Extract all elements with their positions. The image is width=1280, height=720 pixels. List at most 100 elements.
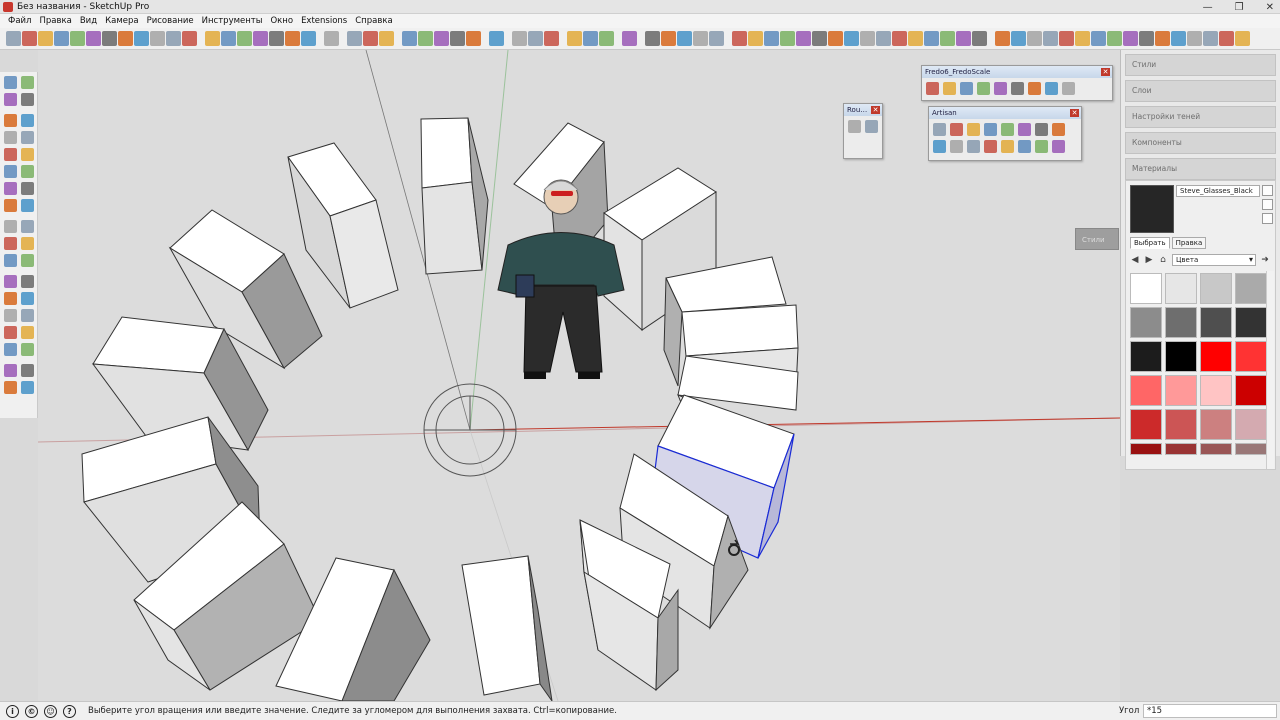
toolbar-tool-icon[interactable] <box>205 31 220 46</box>
drawing-tool-icon[interactable] <box>21 114 34 127</box>
toolbar-tool-icon[interactable] <box>1203 31 1218 46</box>
color-swatch[interactable] <box>1235 273 1267 304</box>
toolbar-tool-icon[interactable] <box>780 31 795 46</box>
plugin-tool-icon[interactable] <box>1011 82 1024 95</box>
drawing-tool-icon[interactable] <box>21 165 34 178</box>
toolbar-tool-icon[interactable] <box>450 31 465 46</box>
sample-paint-icon[interactable] <box>1262 213 1273 224</box>
color-swatch[interactable] <box>1200 443 1232 455</box>
plugin-tool-icon[interactable] <box>1035 123 1048 136</box>
drawing-tool-icon[interactable] <box>4 182 17 195</box>
toolbar-tool-icon[interactable] <box>812 31 827 46</box>
toolbar-tool-icon[interactable] <box>645 31 660 46</box>
color-swatch[interactable] <box>1130 443 1162 455</box>
toolbar-tool-icon[interactable] <box>844 31 859 46</box>
drawing-tool-icon[interactable] <box>21 199 34 212</box>
toolbar-tool-icon[interactable] <box>1155 31 1170 46</box>
drawing-tool-icon[interactable] <box>21 343 34 356</box>
color-swatch[interactable] <box>1235 307 1267 338</box>
menu-help[interactable]: Справка <box>351 16 396 26</box>
plugin-tool-icon[interactable] <box>950 140 963 153</box>
plugin-tool-icon[interactable] <box>926 82 939 95</box>
toolbar-tool-icon[interactable] <box>622 31 637 46</box>
color-swatch[interactable] <box>1200 409 1232 440</box>
credits-icon[interactable]: © <box>25 704 38 718</box>
drawing-tool-icon[interactable] <box>21 182 34 195</box>
help-icon[interactable]: ? <box>63 704 76 718</box>
color-swatch[interactable] <box>1200 375 1232 406</box>
toolbar-tool-icon[interactable] <box>54 31 69 46</box>
toolbar-tool-icon[interactable] <box>748 31 763 46</box>
color-swatch[interactable] <box>1130 341 1162 372</box>
plugin-tool-icon[interactable] <box>865 120 878 133</box>
toolbar-tool-icon[interactable] <box>379 31 394 46</box>
plugin-tool-icon[interactable] <box>960 82 973 95</box>
toolbar-tool-icon[interactable] <box>118 31 133 46</box>
color-swatch[interactable] <box>1235 443 1267 455</box>
color-swatch[interactable] <box>1165 341 1197 372</box>
color-swatch[interactable] <box>1165 443 1197 455</box>
panel-close-button[interactable]: ✕ <box>871 106 880 114</box>
drawing-tool-icon[interactable] <box>4 309 17 322</box>
toolbar-tool-icon[interactable] <box>1187 31 1202 46</box>
menu-extensions[interactable]: Extensions <box>297 16 351 26</box>
fredoscale-panel[interactable]: Fredo6_FredoScale ✕ <box>921 65 1113 101</box>
menu-draw[interactable]: Рисование <box>143 16 198 26</box>
tray-section-components[interactable]: Компоненты <box>1125 132 1276 154</box>
toolbar-tool-icon[interactable] <box>908 31 923 46</box>
drawing-tool-icon[interactable] <box>21 292 34 305</box>
plugin-tool-icon[interactable] <box>967 123 980 136</box>
toolbar-tool-icon[interactable] <box>150 31 165 46</box>
drawing-tool-icon[interactable] <box>21 148 34 161</box>
drawing-tool-icon[interactable] <box>4 93 17 106</box>
toolbar-tool-icon[interactable] <box>567 31 582 46</box>
drawing-tool-icon[interactable] <box>4 254 17 267</box>
toolbar-tool-icon[interactable] <box>269 31 284 46</box>
details-arrow-icon[interactable]: ➜ <box>1260 255 1270 265</box>
drawing-tool-icon[interactable] <box>21 93 34 106</box>
tray-section-materials[interactable]: Материалы <box>1125 158 1276 180</box>
tab-edit[interactable]: Правка <box>1171 237 1207 249</box>
color-swatch[interactable] <box>1130 273 1162 304</box>
toolbar-tool-icon[interactable] <box>434 31 449 46</box>
toolbar-tool-icon[interactable] <box>1075 31 1090 46</box>
drawing-tool-icon[interactable] <box>21 326 34 339</box>
drawing-tool-icon[interactable] <box>4 131 17 144</box>
plugin-tool-icon[interactable] <box>950 123 963 136</box>
toolbar-tool-icon[interactable] <box>134 31 149 46</box>
color-swatch[interactable] <box>1200 341 1232 372</box>
toolbar-tool-icon[interactable] <box>6 31 21 46</box>
drawing-tool-icon[interactable] <box>4 165 17 178</box>
toolbar-tool-icon[interactable] <box>402 31 417 46</box>
toolbar-tool-icon[interactable] <box>182 31 197 46</box>
menu-tools[interactable]: Инструменты <box>198 16 267 26</box>
toolbar-tool-icon[interactable] <box>1043 31 1058 46</box>
drawing-tool-icon[interactable] <box>4 275 17 288</box>
plugin-tool-icon[interactable] <box>933 123 946 136</box>
plugin-tool-icon[interactable] <box>1028 82 1041 95</box>
drawing-tool-icon[interactable] <box>21 131 34 144</box>
color-swatch[interactable] <box>1165 273 1197 304</box>
plugin-tool-icon[interactable] <box>1045 82 1058 95</box>
tab-select[interactable]: Выбрать <box>1130 237 1170 249</box>
toolbar-tool-icon[interactable] <box>38 31 53 46</box>
toolbar-tool-icon[interactable] <box>324 31 339 46</box>
toolbar-tool-icon[interactable] <box>363 31 378 46</box>
toolbar-tool-icon[interactable] <box>828 31 843 46</box>
toolbar-tool-icon[interactable] <box>995 31 1010 46</box>
toolbar-tool-icon[interactable] <box>347 31 362 46</box>
panel-close-button[interactable]: ✕ <box>1101 68 1110 76</box>
toolbar-tool-icon[interactable] <box>677 31 692 46</box>
artisan-panel[interactable]: Artisan ✕ <box>928 106 1082 161</box>
toolbar-tool-icon[interactable] <box>22 31 37 46</box>
color-swatch[interactable] <box>1235 341 1267 372</box>
plugin-tool-icon[interactable] <box>977 82 990 95</box>
geolocation-icon[interactable]: i <box>6 704 19 718</box>
toolbar-tool-icon[interactable] <box>237 31 252 46</box>
account-icon[interactable]: ☺ <box>44 704 57 718</box>
plugin-tool-icon[interactable] <box>933 140 946 153</box>
drawing-tool-icon[interactable] <box>21 364 34 377</box>
color-swatch[interactable] <box>1165 307 1197 338</box>
default-material-icon[interactable] <box>1262 199 1273 210</box>
color-swatch[interactable] <box>1165 409 1197 440</box>
